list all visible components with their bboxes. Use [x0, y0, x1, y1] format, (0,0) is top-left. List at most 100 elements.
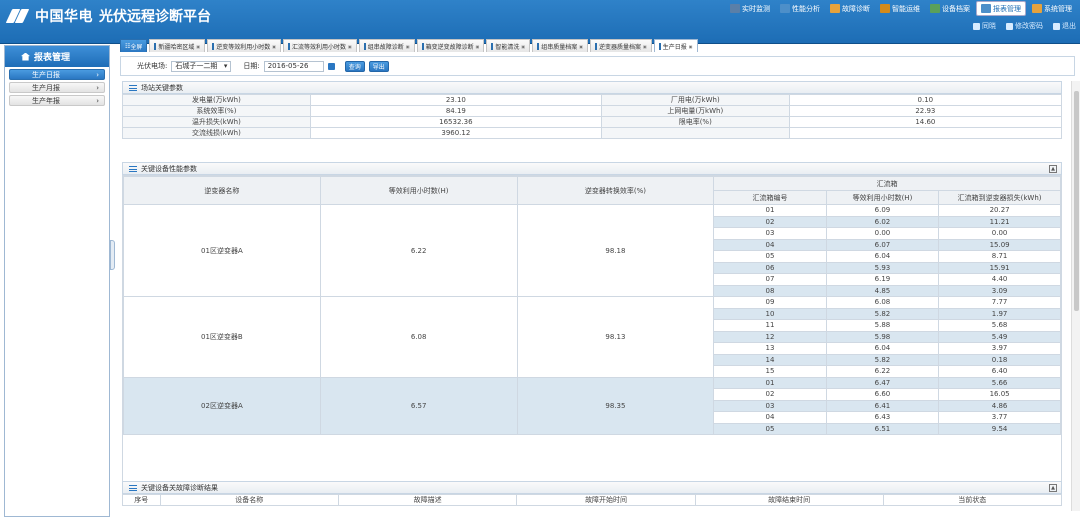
- table-row: 01区逆变器B 6.08 98.13 09 6.08 7.77: [123, 296, 1061, 378]
- tab-label: 生产日报: [662, 43, 687, 51]
- param-value: 0.10: [788, 94, 1063, 106]
- user-name: 同晓: [982, 22, 996, 30]
- date-label: 日期:: [243, 62, 260, 70]
- close-icon[interactable]: ▣: [643, 44, 647, 49]
- station-select[interactable]: 石城子一二期 ▾: [171, 60, 232, 72]
- param-label: 系统效率(%): [122, 105, 311, 117]
- fault-results-table: 序号 设备名称 故障描述 故障开始时间 故障结束时间 当前状态: [122, 494, 1063, 506]
- tab-label: 汇流等效利用小时数: [292, 43, 347, 51]
- fault-results-section: 关键设备关故障诊断结果 ▲ 序号 设备名称 故障描述 故障开始时间 故障结束时间 当前状态: [122, 481, 1063, 506]
- param-value: 23.10: [309, 94, 602, 106]
- inverter-name: 01区逆变器B: [123, 296, 321, 378]
- chevron-right-icon: ›: [96, 70, 99, 79]
- combiner-loss: 8.71: [938, 250, 1061, 263]
- sidebar: 报表管理 生产日报 › 生产月报 › 生产年报 ›: [4, 45, 110, 517]
- collapse-icon[interactable]: ▲: [1049, 484, 1057, 492]
- nav-device[interactable]: 设备档案: [926, 1, 974, 16]
- nav-label: 系统管理: [1044, 4, 1072, 13]
- date-input[interactable]: 2016-05-26: [263, 60, 324, 72]
- edit-icon: [1006, 22, 1013, 30]
- query-button[interactable]: 查询: [344, 60, 365, 72]
- key-params-table: 发电量(万kWh) 23.10 厂用电(万kWh) 0.10 系统效率(%) 84.19 上…: [122, 94, 1063, 139]
- close-icon[interactable]: ▣: [476, 44, 480, 49]
- tab-7[interactable]: 组串质量档案 ▣: [532, 39, 588, 52]
- device-perf-table: 逆变器名称 等效利用小时数(H) 逆变器转换效率(%) 汇流箱 汇流箱编号 等效…: [123, 176, 1061, 435]
- change-password-link[interactable]: 修改密码: [1006, 21, 1043, 31]
- page-scrollbar[interactable]: [1071, 81, 1080, 511]
- sidebar-item-2[interactable]: 生产年报 ›: [9, 95, 105, 106]
- close-icon[interactable]: ▣: [196, 44, 200, 49]
- combiner-no: 02: [713, 215, 827, 228]
- sidebar-collapse-handle[interactable]: [110, 240, 115, 270]
- col-inverter-name: 逆变器名称: [123, 176, 321, 205]
- nav-fault[interactable]: 故障诊断: [826, 1, 874, 16]
- combiner-loss: 9.54: [938, 422, 1061, 435]
- fault-col-0: 序号: [122, 494, 161, 506]
- logout-link[interactable]: 退出: [1053, 21, 1076, 31]
- app-logo: 中国华电 光伏远程诊断平台: [5, 6, 211, 26]
- nav-monitor[interactable]: 实时监测: [726, 1, 774, 16]
- param-label: 发电量(万kWh): [122, 94, 311, 106]
- report-icon: [981, 4, 991, 13]
- combiner-no: 01: [713, 204, 827, 217]
- combiner-no: 03: [713, 399, 827, 412]
- tab-6[interactable]: 智能清洗 ▣: [486, 39, 531, 52]
- user-info: 同晓: [973, 21, 996, 31]
- param-value: 84.19: [309, 105, 602, 117]
- nav-system[interactable]: 系统管理: [1028, 1, 1076, 16]
- app-header: 中国华电 光伏远程诊断平台 实时监测 性能分析 故障诊断 智能运维 设备档案 报表管理 系统…: [0, 0, 1080, 44]
- close-icon[interactable]: ▣: [348, 44, 352, 49]
- collapse-icon[interactable]: ▲: [1049, 165, 1057, 173]
- fault-icon: [830, 4, 840, 13]
- nav-label: 实时监测: [742, 4, 770, 13]
- close-icon[interactable]: ▣: [521, 44, 525, 49]
- tab-label: 组串故障诊断: [367, 43, 404, 51]
- tab-9[interactable]: 生产日报 ▣: [653, 39, 698, 52]
- tab-3[interactable]: 汇流等效利用小时数 ▣: [283, 39, 357, 52]
- calendar-icon[interactable]: [327, 62, 335, 70]
- combiner-no: 14: [713, 353, 827, 366]
- tab-4[interactable]: 组串故障诊断 ▣: [358, 39, 415, 52]
- combiner-no: 12: [713, 330, 827, 343]
- tab-5[interactable]: 箱变逆变故障诊断 ▣: [416, 39, 485, 52]
- combiner-loss: 5.66: [938, 376, 1061, 389]
- logout-icon: [1053, 22, 1060, 30]
- table-row: 交流线损(kWh) 3960.12: [122, 127, 1063, 139]
- sidebar-item-1[interactable]: 生产月报 ›: [9, 82, 105, 93]
- device-icon: [930, 4, 940, 13]
- close-icon[interactable]: ▣: [689, 44, 693, 49]
- combiner-loss: 1.97: [938, 307, 1061, 320]
- combiner-loss: 20.27: [938, 204, 1061, 217]
- close-icon[interactable]: ▣: [272, 44, 276, 49]
- close-icon[interactable]: ▣: [579, 44, 583, 49]
- tab-1[interactable]: 新疆哈密区域 ▣: [149, 39, 206, 52]
- tab-0[interactable]: ☷ 全屏: [120, 39, 148, 52]
- table-row: 发电量(万kWh) 23.10 厂用电(万kWh) 0.10: [122, 94, 1063, 106]
- tab-label: 组串质量档案: [541, 43, 578, 51]
- maintenance-icon: [880, 4, 890, 13]
- tab-label: 新疆哈密区域: [158, 43, 195, 51]
- scrollbar-thumb[interactable]: [1074, 91, 1079, 311]
- combiner-loss: 3.09: [938, 284, 1061, 297]
- sidebar-item-0[interactable]: 生产日报 ›: [9, 69, 105, 80]
- combiner-hours: 5.82: [825, 307, 940, 320]
- combiner-loss: 0.18: [938, 353, 1061, 366]
- fault-col-1: 设备名称: [159, 494, 339, 506]
- main-content: ☷ 全屏 新疆哈密区域 ▣ 逆变等效利用小时数 ▣ 汇流等效利用小时数 ▣ 组串故障诊断 ▣ 箱变…: [118, 39, 1080, 517]
- close-icon[interactable]: ▣: [406, 44, 410, 49]
- nav-maintenance[interactable]: 智能运维: [876, 1, 924, 16]
- combiner-hours: 5.88: [825, 319, 940, 332]
- tab-marker: [212, 42, 215, 50]
- param-label: 厂用电(万kWh): [600, 94, 790, 106]
- nav-report[interactable]: 报表管理: [976, 1, 1026, 16]
- nav-chart[interactable]: 性能分析: [776, 1, 824, 16]
- combiner-loss: 16.05: [938, 388, 1061, 401]
- nav-label: 智能运维: [892, 4, 920, 13]
- table-row: 系统效率(%) 84.19 上网电量(万kWh) 22.93: [122, 105, 1063, 117]
- param-value: [788, 127, 1063, 139]
- combiner-hours: 6.04: [825, 250, 940, 263]
- export-button[interactable]: 导出: [368, 60, 389, 72]
- tab-2[interactable]: 逆变等效利用小时数 ▣: [207, 39, 281, 52]
- device-perf-section: 关键设备性能参数 ▲ 逆变器名称 等效利用小时数(H) 逆变器转换效率(%) 汇…: [122, 162, 1062, 489]
- tab-8[interactable]: 逆变器质量档案 ▣: [589, 39, 652, 52]
